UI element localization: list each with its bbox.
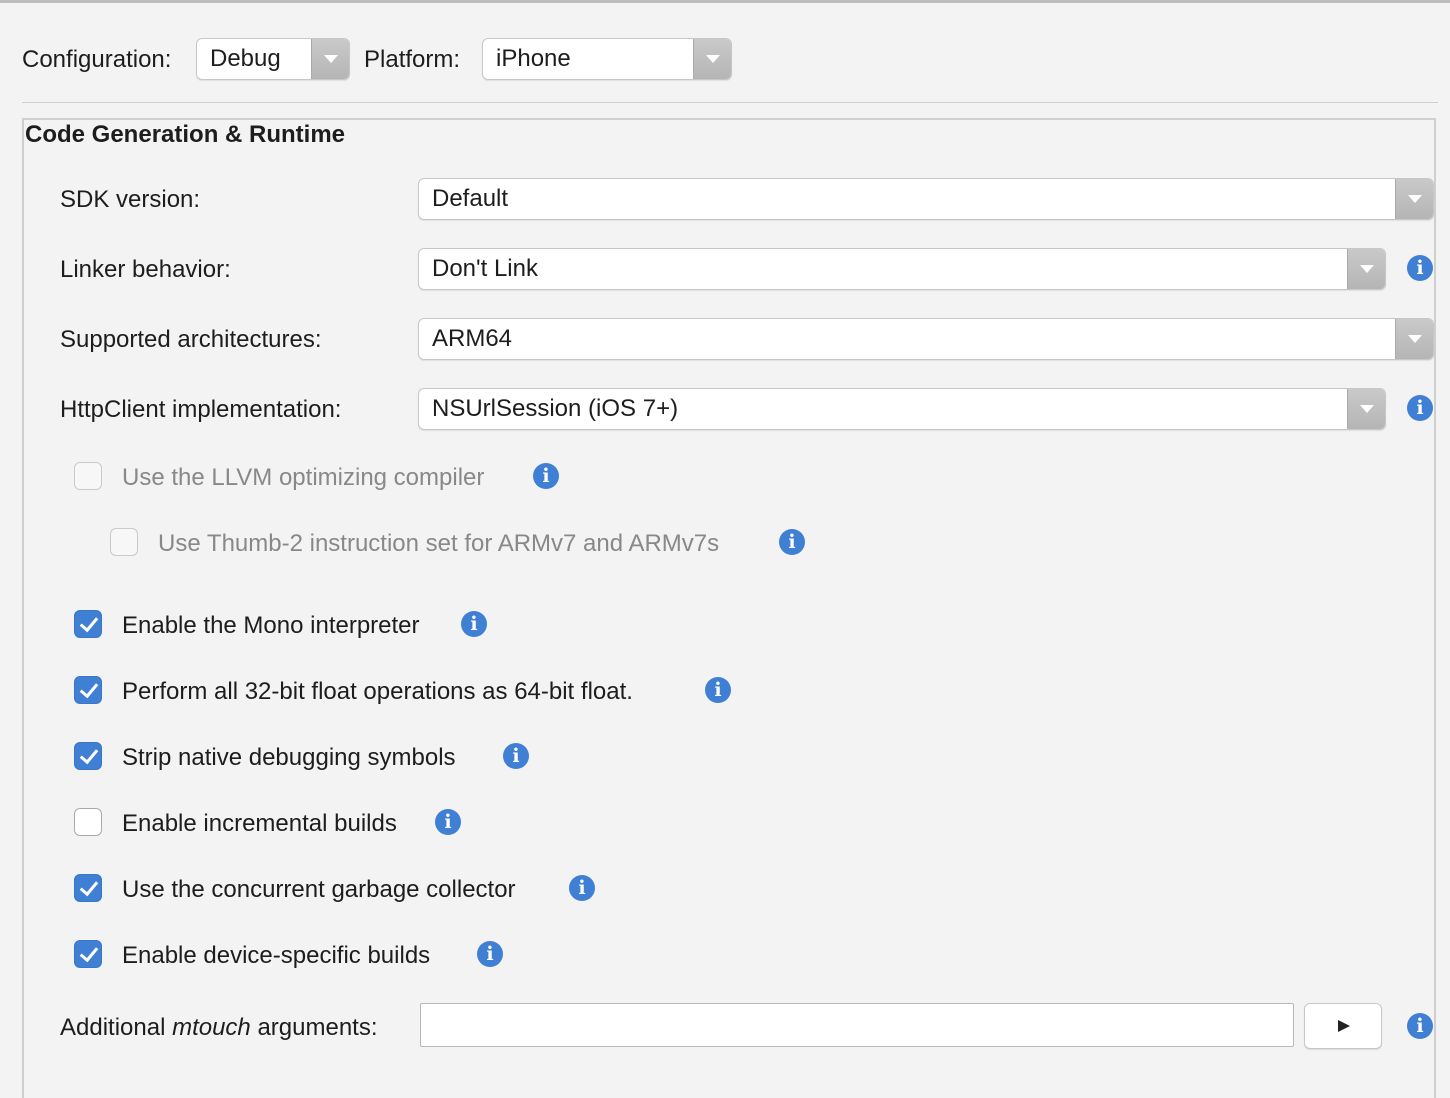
info-icon[interactable]: i xyxy=(435,809,461,835)
chevron-down-icon[interactable] xyxy=(1347,249,1385,289)
info-icon[interactable]: i xyxy=(569,875,595,901)
supported-architectures-label: Supported architectures: xyxy=(60,326,322,353)
chevron-down-icon[interactable] xyxy=(1395,179,1433,219)
chevron-down-icon[interactable] xyxy=(1395,319,1433,359)
mono-interpreter-label: Enable the Mono interpreter xyxy=(122,612,420,639)
info-icon[interactable]: i xyxy=(477,941,503,967)
divider xyxy=(22,102,1438,103)
device-specific-label: Enable device-specific builds xyxy=(122,942,431,969)
sdk-version-value: Default xyxy=(432,185,509,212)
supported-architectures-value: ARM64 xyxy=(432,325,513,352)
thumb2-label: Use Thumb-2 instruction set for ARMv7 an… xyxy=(158,530,720,557)
mtouch-label: Additional mtouch arguments: xyxy=(60,1014,378,1042)
llvm-checkbox[interactable] xyxy=(74,462,102,490)
info-icon[interactable]: i xyxy=(1407,255,1433,281)
platform-label: Platform: xyxy=(364,46,461,73)
info-icon[interactable]: i xyxy=(503,743,529,769)
device-specific-checkbox[interactable] xyxy=(74,940,102,968)
mtouch-label-prefix: Additional xyxy=(60,1014,173,1041)
info-icon[interactable]: i xyxy=(1407,395,1433,421)
float64-label: Perform all 32-bit float operations as 6… xyxy=(122,678,633,705)
mono-interpreter-checkbox[interactable] xyxy=(74,610,102,638)
strip-symbols-checkbox[interactable] xyxy=(74,742,102,770)
info-icon[interactable]: i xyxy=(533,463,559,489)
configuration-dropdown[interactable]: Debug xyxy=(196,38,350,80)
mtouch-label-suffix: arguments: xyxy=(250,1014,378,1041)
configuration-label: Configuration: xyxy=(22,46,172,73)
linker-behavior-value: Don't Link xyxy=(432,255,538,282)
thumb2-checkbox[interactable] xyxy=(110,528,138,556)
incremental-builds-label: Enable incremental builds xyxy=(122,810,397,837)
float64-checkbox[interactable] xyxy=(74,676,102,704)
info-icon[interactable]: i xyxy=(461,611,487,637)
linker-behavior-label: Linker behavior: xyxy=(60,256,231,283)
sdk-version-dropdown[interactable]: Default xyxy=(418,178,1434,220)
info-icon[interactable]: i xyxy=(705,677,731,703)
info-icon[interactable]: i xyxy=(1407,1013,1433,1039)
httpclient-dropdown[interactable]: NSUrlSession (iOS 7+) xyxy=(418,388,1386,430)
configuration-value: Debug xyxy=(210,45,281,72)
platform-dropdown[interactable]: iPhone xyxy=(482,38,732,80)
section-title: Code Generation & Runtime xyxy=(25,121,346,148)
chevron-down-icon[interactable] xyxy=(311,39,349,79)
llvm-label: Use the LLVM optimizing compiler xyxy=(122,464,485,491)
linker-behavior-dropdown[interactable]: Don't Link xyxy=(418,248,1386,290)
platform-value: iPhone xyxy=(496,45,571,72)
supported-architectures-dropdown[interactable]: ARM64 xyxy=(418,318,1434,360)
sdk-version-label: SDK version: xyxy=(60,186,201,213)
window-top-border xyxy=(0,0,1450,3)
incremental-builds-checkbox[interactable] xyxy=(74,808,102,836)
mtouch-arguments-input[interactable] xyxy=(420,1003,1294,1047)
concurrent-gc-checkbox[interactable] xyxy=(74,874,102,902)
play-icon[interactable] xyxy=(1304,1003,1382,1049)
chevron-down-icon[interactable] xyxy=(1347,389,1385,429)
httpclient-value: NSUrlSession (iOS 7+) xyxy=(432,395,679,422)
mtouch-label-emphasis: mtouch xyxy=(172,1014,251,1041)
chevron-down-icon[interactable] xyxy=(693,39,731,79)
concurrent-gc-label: Use the concurrent garbage collector xyxy=(122,876,516,903)
strip-symbols-label: Strip native debugging symbols xyxy=(122,744,456,771)
info-icon[interactable]: i xyxy=(779,529,805,555)
httpclient-label: HttpClient implementation: xyxy=(60,396,342,423)
